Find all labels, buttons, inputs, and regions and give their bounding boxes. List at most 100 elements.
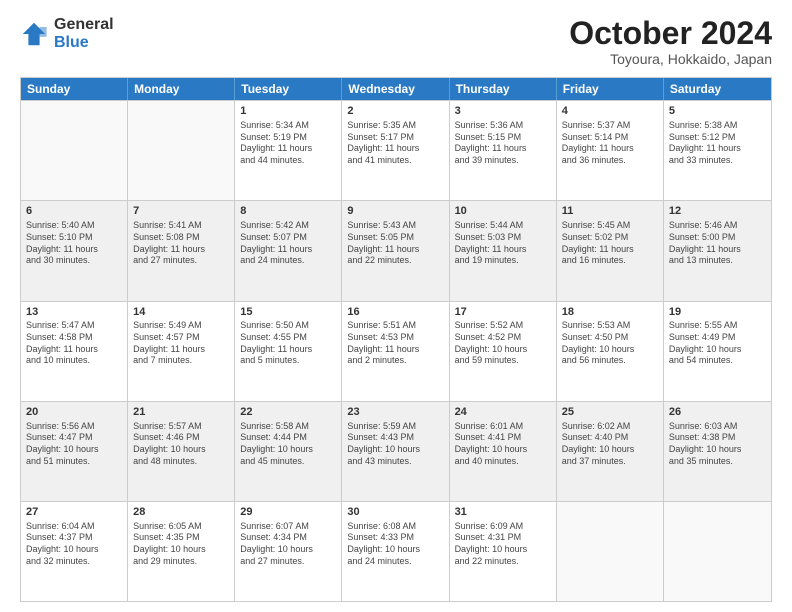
day-number: 8 [240, 204, 336, 219]
day-number: 12 [669, 204, 766, 219]
day-number: 22 [240, 405, 336, 420]
page: General Blue October 2024 Toyoura, Hokka… [0, 0, 792, 612]
location: Toyoura, Hokkaido, Japan [569, 51, 772, 67]
cal-cell-week3-day2: 22Sunrise: 5:58 AM Sunset: 4:44 PM Dayli… [235, 402, 342, 501]
day-number: 29 [240, 505, 336, 520]
day-info: Sunrise: 6:01 AM Sunset: 4:41 PM Dayligh… [455, 421, 551, 468]
logo: General Blue [20, 16, 114, 51]
day-number: 27 [26, 505, 122, 520]
day-info: Sunrise: 6:07 AM Sunset: 4:34 PM Dayligh… [240, 521, 336, 568]
cal-header-saturday: Saturday [664, 78, 771, 100]
day-number: 10 [455, 204, 551, 219]
day-number: 19 [669, 305, 766, 320]
cal-cell-week2-day2: 15Sunrise: 5:50 AM Sunset: 4:55 PM Dayli… [235, 302, 342, 401]
cal-cell-week2-day4: 17Sunrise: 5:52 AM Sunset: 4:52 PM Dayli… [450, 302, 557, 401]
day-info: Sunrise: 5:53 AM Sunset: 4:50 PM Dayligh… [562, 320, 658, 367]
cal-cell-week0-day5: 4Sunrise: 5:37 AM Sunset: 5:14 PM Daylig… [557, 101, 664, 200]
day-info: Sunrise: 5:44 AM Sunset: 5:03 PM Dayligh… [455, 220, 551, 267]
cal-header-monday: Monday [128, 78, 235, 100]
day-number: 25 [562, 405, 658, 420]
cal-header-sunday: Sunday [21, 78, 128, 100]
cal-cell-week0-day4: 3Sunrise: 5:36 AM Sunset: 5:15 PM Daylig… [450, 101, 557, 200]
cal-cell-week0-day2: 1Sunrise: 5:34 AM Sunset: 5:19 PM Daylig… [235, 101, 342, 200]
cal-cell-week1-day6: 12Sunrise: 5:46 AM Sunset: 5:00 PM Dayli… [664, 201, 771, 300]
cal-cell-week0-day3: 2Sunrise: 5:35 AM Sunset: 5:17 PM Daylig… [342, 101, 449, 200]
cal-week-1: 6Sunrise: 5:40 AM Sunset: 5:10 PM Daylig… [21, 200, 771, 300]
cal-cell-week0-day1 [128, 101, 235, 200]
cal-cell-week2-day3: 16Sunrise: 5:51 AM Sunset: 4:53 PM Dayli… [342, 302, 449, 401]
cal-cell-week4-day3: 30Sunrise: 6:08 AM Sunset: 4:33 PM Dayli… [342, 502, 449, 601]
day-number: 15 [240, 305, 336, 320]
header: General Blue October 2024 Toyoura, Hokka… [20, 16, 772, 67]
day-info: Sunrise: 5:57 AM Sunset: 4:46 PM Dayligh… [133, 421, 229, 468]
day-info: Sunrise: 5:49 AM Sunset: 4:57 PM Dayligh… [133, 320, 229, 367]
cal-cell-week4-day4: 31Sunrise: 6:09 AM Sunset: 4:31 PM Dayli… [450, 502, 557, 601]
cal-week-2: 13Sunrise: 5:47 AM Sunset: 4:58 PM Dayli… [21, 301, 771, 401]
cal-week-4: 27Sunrise: 6:04 AM Sunset: 4:37 PM Dayli… [21, 501, 771, 601]
day-info: Sunrise: 5:40 AM Sunset: 5:10 PM Dayligh… [26, 220, 122, 267]
day-info: Sunrise: 6:08 AM Sunset: 4:33 PM Dayligh… [347, 521, 443, 568]
day-info: Sunrise: 6:04 AM Sunset: 4:37 PM Dayligh… [26, 521, 122, 568]
cal-cell-week3-day3: 23Sunrise: 5:59 AM Sunset: 4:43 PM Dayli… [342, 402, 449, 501]
day-info: Sunrise: 5:45 AM Sunset: 5:02 PM Dayligh… [562, 220, 658, 267]
day-info: Sunrise: 5:42 AM Sunset: 5:07 PM Dayligh… [240, 220, 336, 267]
cal-cell-week0-day0 [21, 101, 128, 200]
day-number: 9 [347, 204, 443, 219]
cal-header-tuesday: Tuesday [235, 78, 342, 100]
cal-cell-week4-day2: 29Sunrise: 6:07 AM Sunset: 4:34 PM Dayli… [235, 502, 342, 601]
day-info: Sunrise: 6:03 AM Sunset: 4:38 PM Dayligh… [669, 421, 766, 468]
day-info: Sunrise: 5:35 AM Sunset: 5:17 PM Dayligh… [347, 120, 443, 167]
cal-cell-week1-day1: 7Sunrise: 5:41 AM Sunset: 5:08 PM Daylig… [128, 201, 235, 300]
day-info: Sunrise: 5:37 AM Sunset: 5:14 PM Dayligh… [562, 120, 658, 167]
cal-cell-week4-day6 [664, 502, 771, 601]
day-info: Sunrise: 5:50 AM Sunset: 4:55 PM Dayligh… [240, 320, 336, 367]
day-info: Sunrise: 5:59 AM Sunset: 4:43 PM Dayligh… [347, 421, 443, 468]
day-number: 18 [562, 305, 658, 320]
day-info: Sunrise: 5:41 AM Sunset: 5:08 PM Dayligh… [133, 220, 229, 267]
day-info: Sunrise: 5:47 AM Sunset: 4:58 PM Dayligh… [26, 320, 122, 367]
day-info: Sunrise: 6:05 AM Sunset: 4:35 PM Dayligh… [133, 521, 229, 568]
day-number: 21 [133, 405, 229, 420]
day-info: Sunrise: 5:51 AM Sunset: 4:53 PM Dayligh… [347, 320, 443, 367]
cal-cell-week3-day0: 20Sunrise: 5:56 AM Sunset: 4:47 PM Dayli… [21, 402, 128, 501]
cal-cell-week4-day0: 27Sunrise: 6:04 AM Sunset: 4:37 PM Dayli… [21, 502, 128, 601]
day-number: 13 [26, 305, 122, 320]
day-number: 14 [133, 305, 229, 320]
cal-cell-week0-day6: 5Sunrise: 5:38 AM Sunset: 5:12 PM Daylig… [664, 101, 771, 200]
cal-cell-week2-day5: 18Sunrise: 5:53 AM Sunset: 4:50 PM Dayli… [557, 302, 664, 401]
day-number: 7 [133, 204, 229, 219]
cal-header-thursday: Thursday [450, 78, 557, 100]
day-number: 5 [669, 104, 766, 119]
day-info: Sunrise: 5:55 AM Sunset: 4:49 PM Dayligh… [669, 320, 766, 367]
day-number: 16 [347, 305, 443, 320]
day-number: 23 [347, 405, 443, 420]
cal-cell-week3-day5: 25Sunrise: 6:02 AM Sunset: 4:40 PM Dayli… [557, 402, 664, 501]
day-info: Sunrise: 5:56 AM Sunset: 4:47 PM Dayligh… [26, 421, 122, 468]
day-info: Sunrise: 5:38 AM Sunset: 5:12 PM Dayligh… [669, 120, 766, 167]
day-number: 2 [347, 104, 443, 119]
day-number: 3 [455, 104, 551, 119]
title-block: October 2024 Toyoura, Hokkaido, Japan [569, 16, 772, 67]
day-info: Sunrise: 5:58 AM Sunset: 4:44 PM Dayligh… [240, 421, 336, 468]
cal-cell-week1-day0: 6Sunrise: 5:40 AM Sunset: 5:10 PM Daylig… [21, 201, 128, 300]
cal-cell-week4-day5 [557, 502, 664, 601]
logo-blue-text: Blue [54, 34, 114, 52]
cal-cell-week2-day0: 13Sunrise: 5:47 AM Sunset: 4:58 PM Dayli… [21, 302, 128, 401]
day-number: 26 [669, 405, 766, 420]
cal-cell-week4-day1: 28Sunrise: 6:05 AM Sunset: 4:35 PM Dayli… [128, 502, 235, 601]
day-number: 28 [133, 505, 229, 520]
cal-cell-week3-day4: 24Sunrise: 6:01 AM Sunset: 4:41 PM Dayli… [450, 402, 557, 501]
cal-cell-week1-day4: 10Sunrise: 5:44 AM Sunset: 5:03 PM Dayli… [450, 201, 557, 300]
cal-header-wednesday: Wednesday [342, 78, 449, 100]
day-number: 31 [455, 505, 551, 520]
month-title: October 2024 [569, 16, 772, 51]
cal-cell-week3-day6: 26Sunrise: 6:03 AM Sunset: 4:38 PM Dayli… [664, 402, 771, 501]
day-info: Sunrise: 5:43 AM Sunset: 5:05 PM Dayligh… [347, 220, 443, 267]
cal-week-3: 20Sunrise: 5:56 AM Sunset: 4:47 PM Dayli… [21, 401, 771, 501]
day-info: Sunrise: 6:02 AM Sunset: 4:40 PM Dayligh… [562, 421, 658, 468]
day-info: Sunrise: 5:46 AM Sunset: 5:00 PM Dayligh… [669, 220, 766, 267]
cal-cell-week2-day1: 14Sunrise: 5:49 AM Sunset: 4:57 PM Dayli… [128, 302, 235, 401]
day-number: 11 [562, 204, 658, 219]
day-info: Sunrise: 5:52 AM Sunset: 4:52 PM Dayligh… [455, 320, 551, 367]
day-number: 17 [455, 305, 551, 320]
